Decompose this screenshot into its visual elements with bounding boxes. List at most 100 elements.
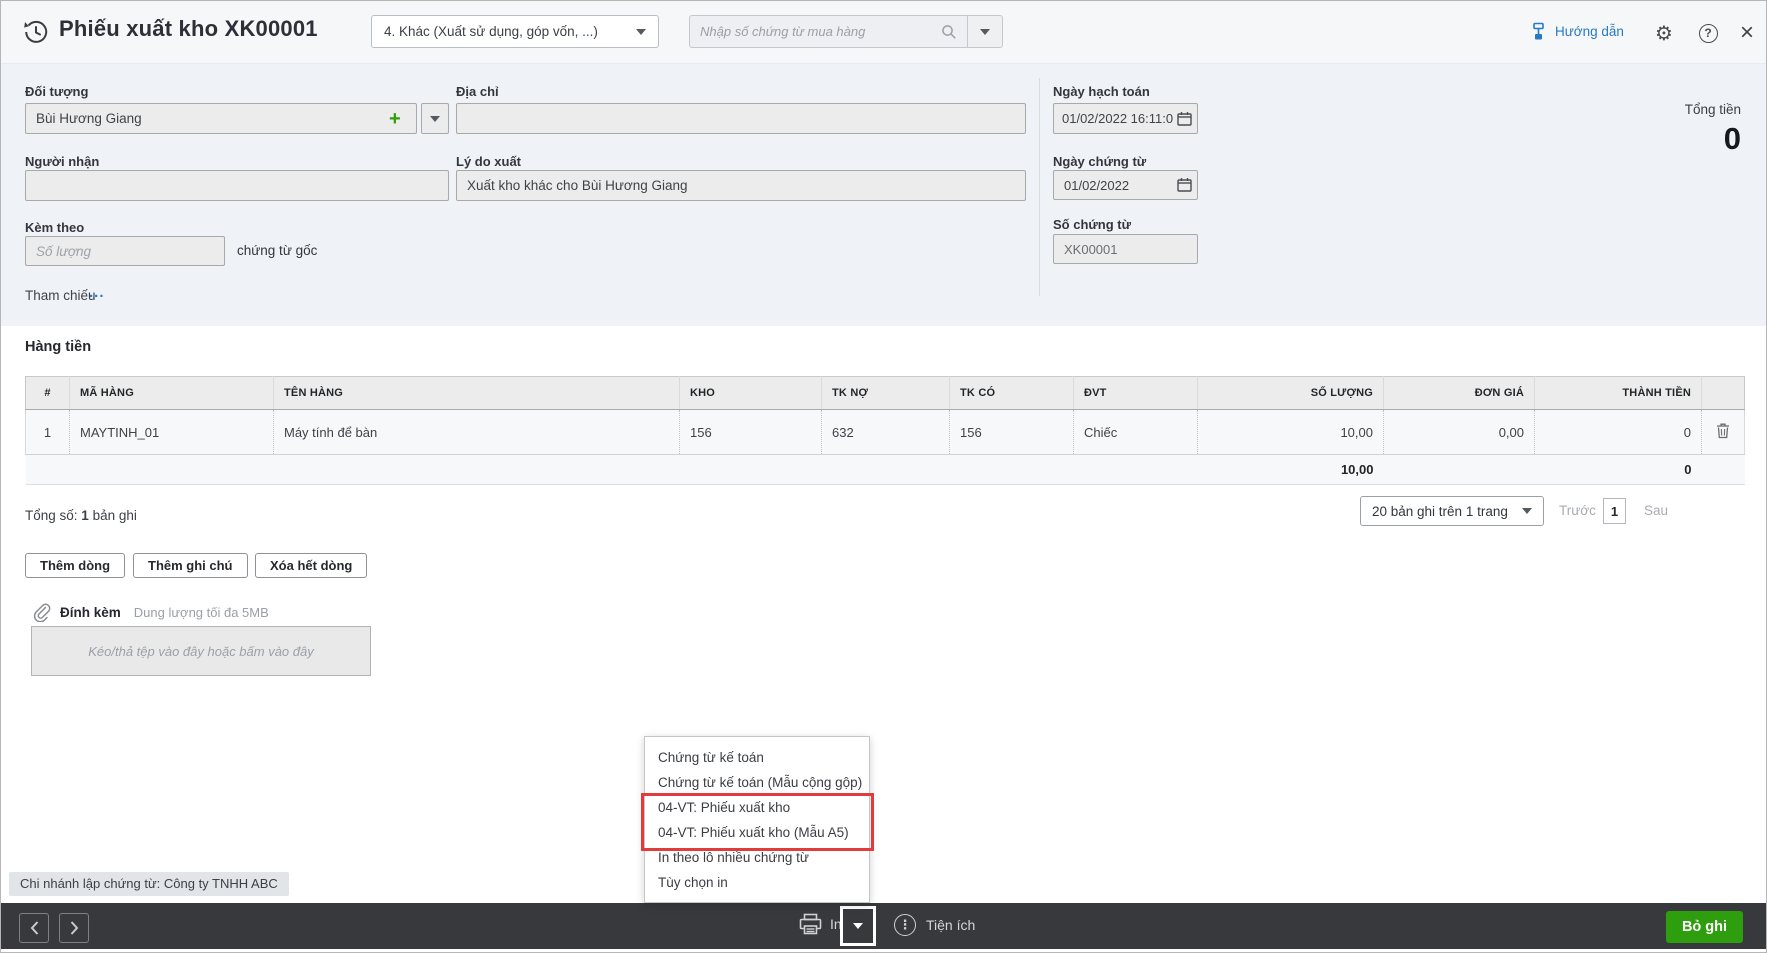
add-partner-plus-icon[interactable]: + xyxy=(389,109,401,129)
file-dropzone[interactable]: Kéo/thả tệp vào đây hoặc bấm vào đây xyxy=(31,626,371,676)
partner-label: Đối tượng xyxy=(25,84,88,99)
receiver-label: Người nhận xyxy=(25,154,99,169)
menu-item-print-options[interactable]: Tùy chọn in xyxy=(645,870,869,895)
reference-more-link[interactable]: ... xyxy=(89,284,105,301)
utilities-button[interactable]: ⋮ Tiện ích xyxy=(894,914,975,936)
partner-dropdown-button[interactable] xyxy=(421,103,449,134)
partner-input[interactable] xyxy=(25,103,417,134)
help-guide-link[interactable]: Hướng dẫn xyxy=(1529,22,1624,41)
branch-note: Chi nhánh lập chứng từ: Công ty TNHH ABC xyxy=(9,872,289,896)
cell-credit-account[interactable]: 156 xyxy=(950,410,1074,455)
chevron-down-icon xyxy=(1522,508,1532,514)
items-table: # MÃ HÀNG TÊN HÀNG KHO TK NỢ TK CÓ ĐVT S… xyxy=(25,376,1745,485)
question-glyph: ? xyxy=(1699,24,1718,43)
cell-index: 1 xyxy=(26,410,70,455)
col-credit-account: TK CÓ xyxy=(950,377,1074,410)
document-number-input[interactable] xyxy=(1053,234,1198,264)
table-row[interactable]: 1 MAYTINH_01 Máy tính để bàn 156 632 156… xyxy=(26,410,1745,455)
col-index: # xyxy=(26,377,70,410)
calendar-icon[interactable] xyxy=(1177,177,1192,192)
paperclip-icon xyxy=(31,602,51,622)
settings-gear-icon[interactable]: ⚙ xyxy=(1651,20,1677,46)
export-type-select[interactable]: 4. Khác (Xuất sử dụng, góp vốn, ...) xyxy=(371,15,659,48)
menu-item-04vt-export-slip[interactable]: 04-VT: Phiếu xuất kho xyxy=(645,795,869,820)
next-document-button[interactable] xyxy=(59,913,89,943)
print-options-menu: Chứng từ kế toán Chứng từ kế toán (Mẫu c… xyxy=(644,736,870,903)
summary-suffix: bản ghi xyxy=(93,508,137,523)
menu-item-batch-print[interactable]: In theo lô nhiều chứng từ xyxy=(645,845,869,870)
delete-all-rows-button[interactable]: Xóa hết dòng xyxy=(255,553,367,578)
menu-item-accounting-doc[interactable]: Chứng từ kế toán xyxy=(645,745,869,770)
summary-prefix: Tổng số: xyxy=(25,508,78,523)
attachment-label: Đính kèm xyxy=(60,605,121,620)
page-size-value: 20 bản ghi trên 1 trang xyxy=(1372,504,1522,519)
col-actions xyxy=(1702,377,1745,410)
col-unit-price: ĐƠN GIÁ xyxy=(1384,377,1535,410)
record-count-summary: Tổng số: 1 bản ghi xyxy=(25,508,137,523)
current-page-number[interactable]: 1 xyxy=(1603,498,1626,524)
attached-count-input[interactable] xyxy=(25,236,225,266)
bottom-action-bar: In ⋮ Tiện ích Bỏ ghi xyxy=(1,903,1766,949)
chevron-right-icon xyxy=(70,921,79,935)
col-amount: THÀNH TIỀN xyxy=(1535,377,1702,410)
cell-item-code[interactable]: MAYTINH_01 xyxy=(70,410,274,455)
cell-amount[interactable]: 0 xyxy=(1535,410,1702,455)
next-page-button[interactable]: Sau xyxy=(1644,503,1668,518)
purchase-doc-search xyxy=(689,15,968,48)
add-note-button[interactable]: Thêm ghi chú xyxy=(133,553,248,578)
col-unit: ĐVT xyxy=(1074,377,1198,410)
summary-count: 1 xyxy=(81,508,89,523)
col-item-name: TÊN HÀNG xyxy=(274,377,680,410)
cell-unit-price[interactable]: 0,00 xyxy=(1384,410,1535,455)
print-dropdown-caret[interactable] xyxy=(840,906,876,946)
unsave-button[interactable]: Bỏ ghi xyxy=(1666,911,1743,943)
export-reason-input[interactable] xyxy=(456,170,1026,201)
utilities-dots-icon: ⋮ xyxy=(894,914,916,936)
print-button[interactable]: In xyxy=(799,913,842,935)
attachment-header: Đính kèm Dung lượng tối đa 5MB xyxy=(31,602,269,622)
utilities-label: Tiện ích xyxy=(926,917,975,933)
warehouse-export-window: Phiếu xuất kho XK00001 4. Khác (Xuất sử … xyxy=(0,0,1767,953)
cell-unit[interactable]: Chiếc xyxy=(1074,410,1198,455)
col-debit-account: TK NỢ xyxy=(822,377,950,410)
address-input[interactable] xyxy=(456,103,1026,134)
col-quantity: SỐ LƯỢNG xyxy=(1198,377,1384,410)
table-header-row: # MÃ HÀNG TÊN HÀNG KHO TK NỢ TK CÓ ĐVT S… xyxy=(26,377,1745,410)
page-size-select[interactable]: 20 bản ghi trên 1 trang xyxy=(1360,496,1544,526)
total-amount: 0 xyxy=(1535,455,1702,485)
prev-document-button[interactable] xyxy=(19,913,49,943)
help-icon[interactable]: ? xyxy=(1695,20,1721,46)
close-icon[interactable]: × xyxy=(1734,20,1760,46)
form-divider xyxy=(1039,78,1040,296)
document-form: Đối tượng + Người nhận Kèm theo chứng từ… xyxy=(1,63,1766,326)
attached-count-suffix: chứng từ gốc xyxy=(237,243,317,258)
address-label: Địa chỉ xyxy=(456,84,499,99)
menu-item-04vt-export-slip-a5[interactable]: 04-VT: Phiếu xuất kho (Mẫu A5) xyxy=(645,820,869,845)
add-row-button[interactable]: Thêm dòng xyxy=(25,553,125,578)
chevron-down-icon xyxy=(636,29,646,35)
cell-quantity[interactable]: 10,00 xyxy=(1198,410,1384,455)
document-number-label: Số chứng từ xyxy=(1053,217,1131,232)
delete-row-trash-icon[interactable] xyxy=(1716,423,1730,439)
cell-warehouse[interactable]: 156 xyxy=(680,410,822,455)
attached-count-label: Kèm theo xyxy=(25,220,84,235)
export-reason-label: Lý do xuất xyxy=(456,154,521,169)
total-amount-label: Tổng tiền xyxy=(1685,102,1741,117)
search-input[interactable] xyxy=(700,24,941,39)
col-warehouse: KHO xyxy=(680,377,822,410)
cell-debit-account[interactable]: 632 xyxy=(822,410,950,455)
chevron-down-icon xyxy=(853,923,863,929)
search-dropdown-button[interactable] xyxy=(967,15,1003,48)
cell-item-name[interactable]: Máy tính để bàn xyxy=(274,410,680,455)
attachment-hint: Dung lượng tối đa 5MB xyxy=(134,605,269,620)
printer-icon xyxy=(799,913,822,935)
menu-item-accounting-doc-merged[interactable]: Chứng từ kế toán (Mẫu cộng gộp) xyxy=(645,770,869,795)
history-icon[interactable] xyxy=(23,19,49,45)
export-type-value: 4. Khác (Xuất sử dụng, góp vốn, ...) xyxy=(384,24,636,39)
search-icon xyxy=(941,24,957,40)
calendar-icon[interactable] xyxy=(1177,111,1192,126)
reference-label: Tham chiếu xyxy=(25,288,96,303)
prev-page-button[interactable]: Trước xyxy=(1559,503,1596,518)
receiver-input[interactable] xyxy=(25,170,449,201)
total-amount-value: 0 xyxy=(1724,122,1741,156)
